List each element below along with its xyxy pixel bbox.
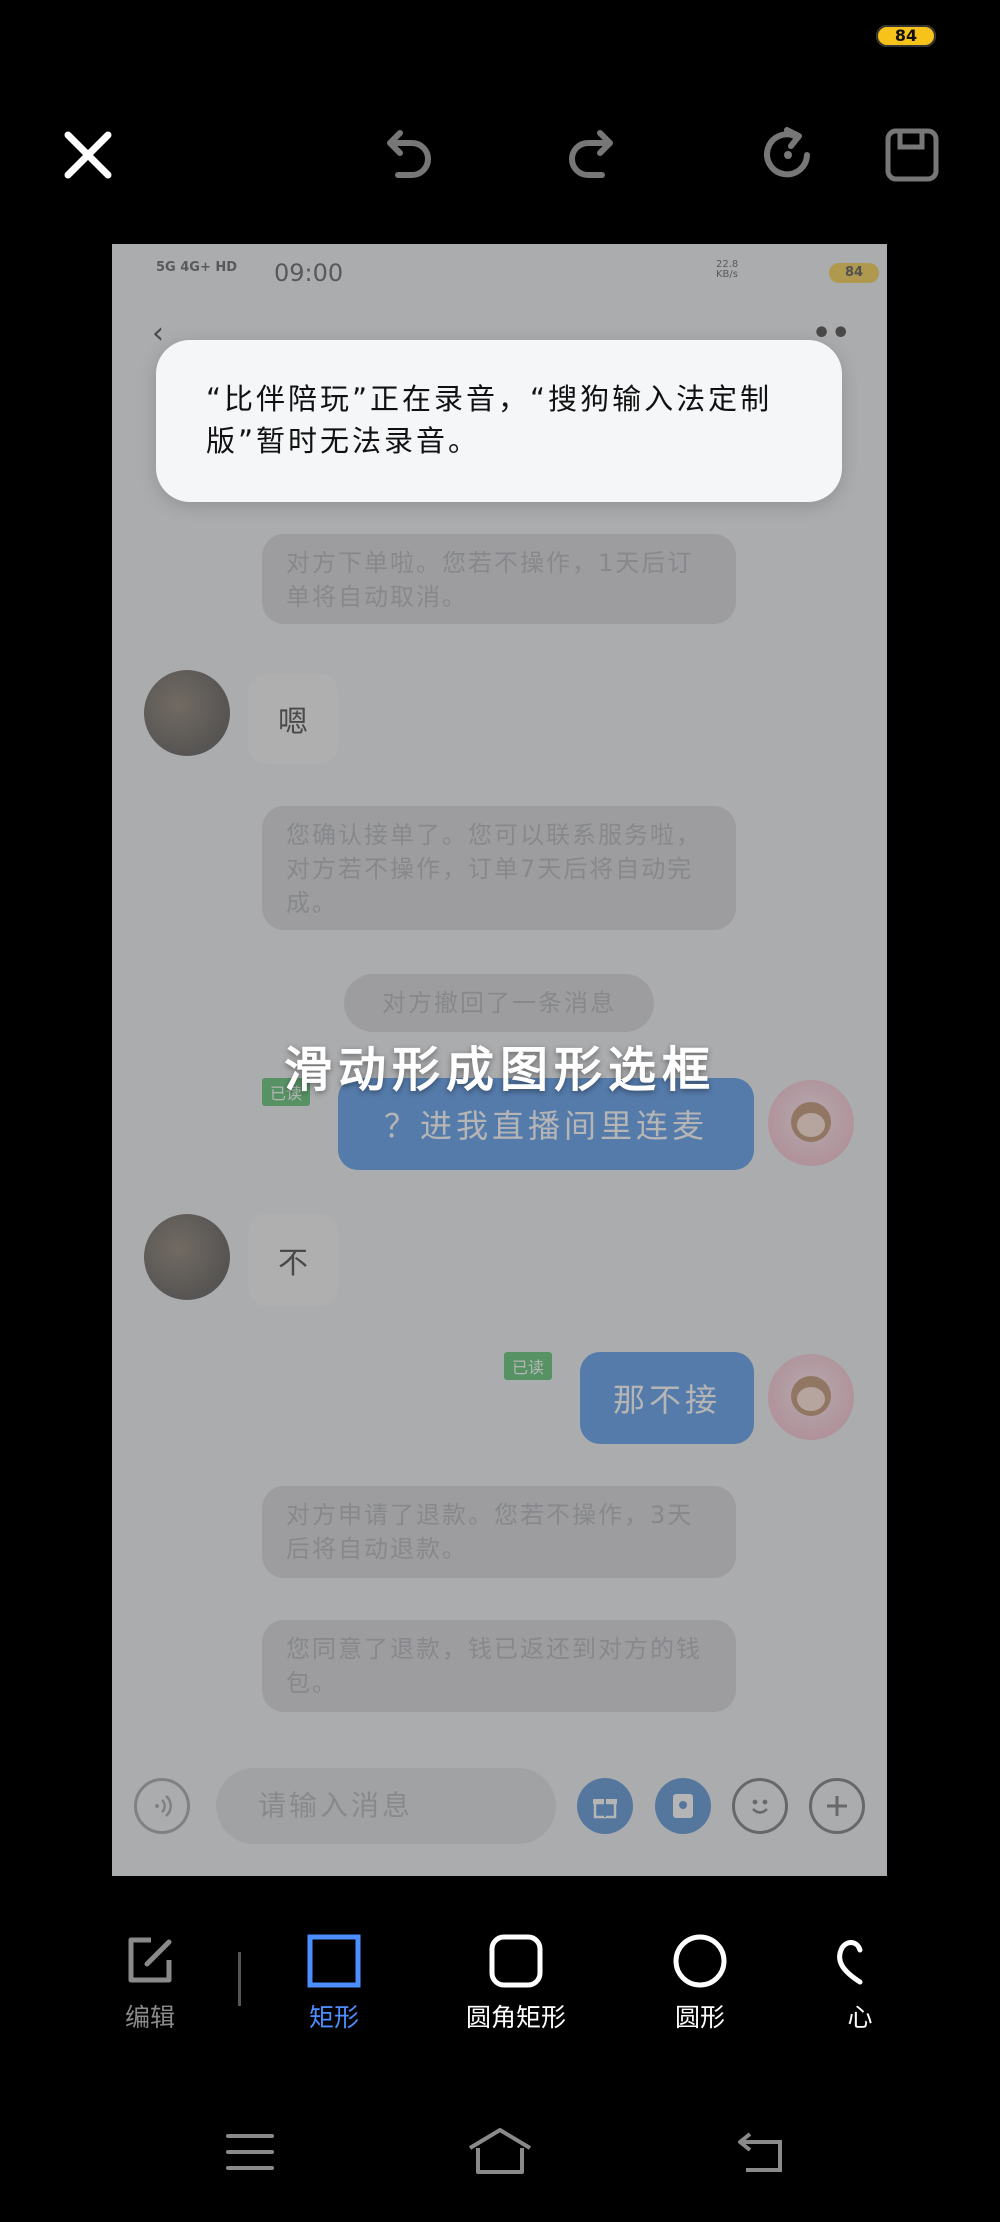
- screenshot-battery: 84: [829, 263, 879, 283]
- save-icon[interactable]: [872, 115, 952, 195]
- network-speed: 22.8 KB/s: [716, 259, 739, 280]
- system-nav-bar: [0, 2128, 1000, 2190]
- network-indicator: 5G 4G+ HD: [156, 260, 238, 275]
- rounded-rectangle-icon: [446, 1930, 586, 1992]
- avatar: [144, 670, 230, 756]
- redo-icon[interactable]: [554, 115, 634, 195]
- battery-indicator: 84: [876, 25, 936, 47]
- menu-icon[interactable]: [224, 2130, 276, 2178]
- emoji-icon: [732, 1778, 788, 1834]
- undo-icon[interactable]: [366, 115, 446, 195]
- tool-edit[interactable]: 编辑: [80, 1930, 220, 2034]
- incoming-message: 嗯: [248, 674, 338, 764]
- gift-icon: [577, 1778, 633, 1834]
- back-arrow-icon: ‹: [152, 316, 164, 351]
- system-message: 对方申请了退款。您若不操作，3天后将自动退款。: [262, 1486, 736, 1578]
- chat-input-bar: 请输入消息: [112, 1752, 887, 1876]
- home-icon[interactable]: [466, 2126, 534, 2180]
- avatar: [144, 1214, 230, 1300]
- back-icon[interactable]: [736, 2130, 788, 2178]
- incoming-message: 不: [248, 1214, 338, 1306]
- recording-notice: “比伴陪玩”正在录音，“搜狗输入法定制版”暂时无法录音。: [156, 340, 842, 502]
- heart-icon: [830, 1930, 890, 1992]
- recall-notice: 对方撤回了一条消息: [344, 974, 654, 1032]
- tool-circle[interactable]: 圆形: [630, 1930, 770, 2034]
- system-message: 您确认接单了。您可以联系服务啦，对方若不操作，订单7天后将自动完成。: [262, 806, 736, 930]
- add-icon: [809, 1778, 865, 1834]
- reset-icon[interactable]: [748, 115, 828, 195]
- message-input: 请输入消息: [216, 1768, 556, 1844]
- tool-rounded-rectangle[interactable]: 圆角矩形: [446, 1930, 586, 2034]
- avatar: [768, 1354, 854, 1440]
- close-icon[interactable]: [48, 115, 128, 195]
- red-packet-icon: [655, 1778, 711, 1834]
- circle-icon: [630, 1930, 770, 1992]
- screenshot-status-bar: 5G 4G+ HD 09:00 22.8 KB/s 84: [112, 244, 887, 304]
- tool-rectangle[interactable]: 矩形: [264, 1930, 404, 2034]
- system-message: 对方下单啦。您若不操作，1天后订单将自动取消。: [262, 534, 736, 624]
- system-message: 您同意了退款，钱已返还到对方的钱包。: [262, 1620, 736, 1712]
- outgoing-message: 那不接: [580, 1352, 754, 1444]
- edit-icon: [80, 1930, 220, 1992]
- tool-divider: [238, 1952, 241, 2006]
- rectangle-icon: [264, 1930, 404, 1992]
- tool-heart[interactable]: 心: [830, 1930, 890, 2034]
- voice-icon: [134, 1778, 190, 1834]
- read-tag: 已读: [504, 1352, 553, 1380]
- selection-hint: 滑动形成图形选框: [283, 1042, 716, 1098]
- status-time: 09:00: [274, 259, 344, 287]
